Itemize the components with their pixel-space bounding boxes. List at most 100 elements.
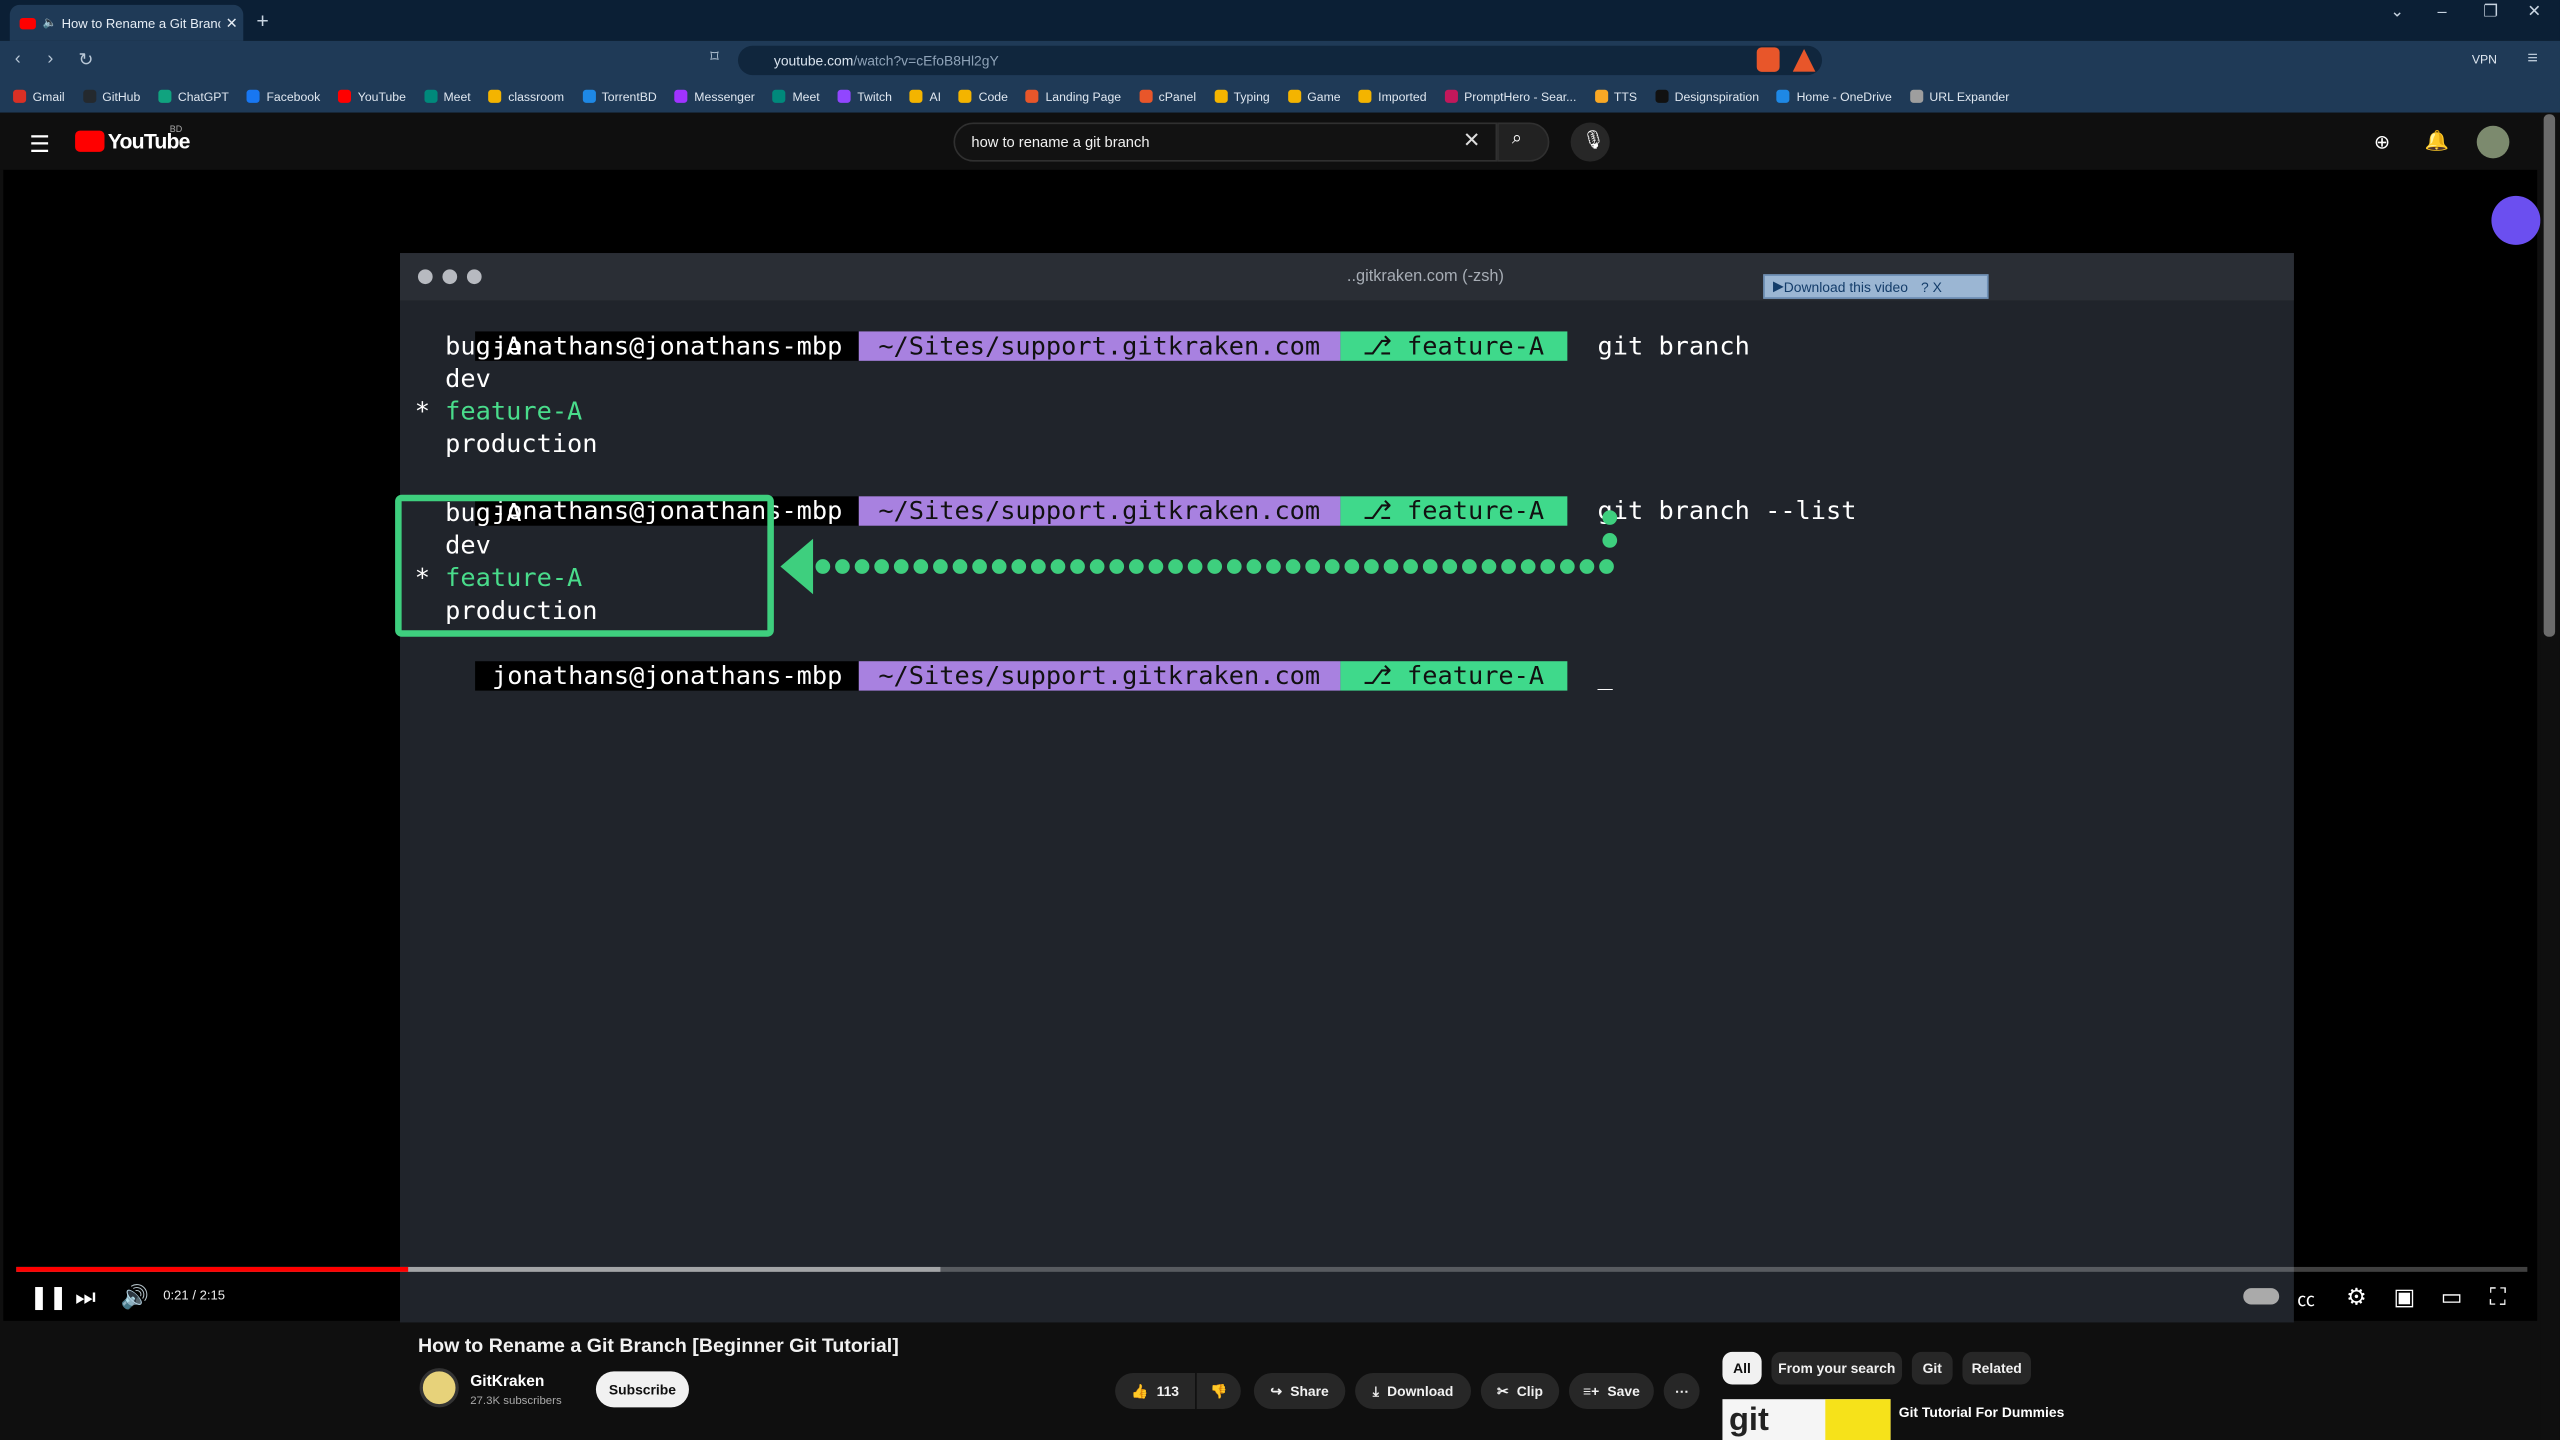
theater-mode-icon[interactable]: ▭ — [2441, 1283, 2463, 1311]
maximize-button[interactable]: ❐ — [2483, 3, 2498, 21]
bookmark-item[interactable]: Meet — [423, 89, 471, 104]
miniplayer-icon[interactable]: ▣ — [2393, 1283, 2415, 1311]
chip-git[interactable]: Git — [1911, 1351, 1953, 1385]
recommended-thumbnail[interactable]: git — [1722, 1399, 1891, 1440]
bookmark-item[interactable]: Typing — [1214, 89, 1270, 104]
close-window-button[interactable]: ✕ — [2527, 3, 2541, 21]
bookmark-favicon-icon — [423, 89, 437, 103]
address-bar[interactable]: youtube.com/watch?v=cEfoB8Hl2gY — [737, 45, 1823, 76]
share-button[interactable]: ↪ Share — [1253, 1373, 1346, 1409]
bookmark-label: Game — [1307, 88, 1341, 104]
bookmark-item[interactable]: URL Expander — [1909, 88, 2010, 104]
more-actions-button[interactable]: ⋯ — [1663, 1373, 1700, 1409]
bookmark-item[interactable]: Landing Page — [1025, 89, 1121, 104]
forward-button[interactable]: › — [47, 49, 53, 69]
bookmark-item[interactable]: Home - OneDrive — [1776, 89, 1892, 104]
search-input[interactable]: how to rename a git branch — [953, 122, 1498, 162]
arrow-dot — [1344, 559, 1360, 574]
download-button[interactable]: ⤓ Download — [1355, 1373, 1472, 1409]
bookmark-item[interactable]: TorrentBD — [582, 89, 657, 104]
arrow-dot — [913, 559, 929, 574]
chip-all[interactable]: All — [1722, 1351, 1762, 1385]
close-tab-icon[interactable]: ✕ — [220, 14, 243, 32]
bookmark-item[interactable]: Imported — [1358, 89, 1427, 104]
download-video-button[interactable]: ▶ Download this video? X — [1763, 274, 1989, 299]
search-button[interactable] — [1497, 122, 1550, 162]
hamburger-menu-icon[interactable]: ☰ — [29, 131, 50, 159]
url-path: /watch?v=cEfoB8Hl2gY — [853, 52, 999, 69]
bookmark-item[interactable]: Designspiration — [1655, 89, 1759, 104]
arrow-dot — [1403, 559, 1418, 574]
bookmark-favicon-icon — [1594, 89, 1608, 103]
branch-name: production — [445, 429, 598, 459]
volume-icon[interactable]: 🔊 — [121, 1283, 149, 1311]
bookmark-item[interactable]: Meet — [772, 89, 820, 104]
bookmark-item[interactable]: TTS — [1594, 89, 1637, 104]
bookmark-label: URL Expander — [1929, 88, 2010, 104]
bookmark-favicon-icon — [959, 89, 973, 103]
autoplay-toggle[interactable] — [2243, 1288, 2280, 1305]
recommended-title[interactable]: Git Tutorial For Dummies — [1899, 1404, 2065, 1420]
notifications-icon[interactable]: 🔔 — [2424, 129, 2448, 152]
captions-icon[interactable]: ㏄ — [2297, 1287, 2315, 1313]
arrow-dot — [1187, 559, 1203, 574]
bookmark-label: AI — [929, 88, 942, 104]
url-host: youtube.com — [773, 52, 854, 69]
youtube-favicon-icon — [19, 17, 36, 29]
bookmark-item[interactable]: classroom — [488, 88, 565, 104]
channel-avatar[interactable] — [419, 1368, 459, 1408]
menu-icon[interactable]: ≡ — [2527, 49, 2537, 69]
chip-from-your-search[interactable]: From your search — [1771, 1351, 1903, 1385]
bookmark-item[interactable]: YouTube — [338, 89, 406, 104]
branch-line: dev — [415, 362, 598, 395]
settings-gear-icon[interactable]: ⚙ — [2346, 1283, 2367, 1311]
bookmark-item[interactable]: AI — [909, 88, 942, 104]
youtube-logo-icon[interactable] — [75, 130, 105, 152]
scrollbar-thumb[interactable] — [2543, 114, 2556, 637]
bookmark-icon[interactable]: ⌑ — [710, 49, 718, 67]
browser-tab[interactable]: 🔈 How to Rename a Git Branch ✕ — [9, 4, 244, 41]
bookmark-item[interactable]: Code — [959, 89, 1008, 104]
fullscreen-icon[interactable]: ⛶ — [2490, 1283, 2506, 1311]
bookmark-item[interactable]: Gmail — [13, 89, 65, 104]
chip-related[interactable]: Related — [1962, 1351, 2032, 1385]
bookmark-favicon-icon — [158, 89, 172, 103]
subscribe-button[interactable]: Subscribe — [595, 1371, 689, 1408]
vpn-button[interactable]: VPN — [2472, 52, 2497, 67]
minimize-button[interactable]: – — [2438, 3, 2447, 21]
like-button[interactable]: 👍 113 — [1115, 1373, 1196, 1409]
dislike-button[interactable]: 👎 — [1196, 1373, 1241, 1409]
bookmark-item[interactable]: Twitch — [837, 89, 892, 104]
extension-floating-button[interactable] — [2491, 195, 2541, 245]
arrow-dot — [1383, 559, 1399, 574]
bookmark-item[interactable]: cPanel — [1139, 89, 1196, 104]
clear-search-icon[interactable]: ✕ — [1463, 127, 1481, 153]
channel-name[interactable]: GitKraken — [470, 1373, 544, 1391]
clip-button[interactable]: ✂ Clip — [1480, 1373, 1560, 1409]
subscriber-count: 27.3K subscribers — [470, 1395, 562, 1408]
bookmark-item[interactable]: Facebook — [246, 89, 320, 104]
pause-button[interactable]: ❚❚ — [29, 1283, 67, 1311]
reload-button[interactable]: ↻ — [78, 49, 93, 71]
bookmark-item[interactable]: PromptHero - Sear... — [1444, 89, 1576, 104]
bookmark-item[interactable]: Messenger — [674, 89, 755, 104]
new-tab-button[interactable]: + — [256, 8, 268, 32]
back-button[interactable]: ‹ — [15, 49, 21, 69]
bookmark-item[interactable]: GitHub — [82, 89, 140, 104]
download-label: Download — [1387, 1382, 1454, 1400]
bookmark-label: classroom — [508, 88, 565, 104]
arrow-dot — [1559, 559, 1575, 574]
bookmark-item[interactable]: ChatGPT — [158, 89, 229, 104]
next-button[interactable]: ⏭ — [75, 1283, 96, 1311]
bookmark-label: Code — [978, 88, 1008, 104]
command-text: git branch --list — [1597, 496, 1857, 526]
bookmark-item[interactable]: Game — [1287, 88, 1341, 104]
tab-search-icon[interactable]: ⌄ — [2390, 3, 2404, 21]
arrow-dot — [1168, 559, 1183, 574]
account-avatar[interactable] — [2476, 125, 2510, 159]
create-icon[interactable]: ⊕ — [2374, 131, 2390, 154]
branch-line: bug-A — [415, 330, 598, 363]
brave-shield-icon[interactable] — [1756, 47, 1780, 72]
save-button[interactable]: ≡+ Save — [1568, 1373, 1654, 1409]
audio-playing-icon[interactable]: 🔈 — [42, 16, 56, 29]
